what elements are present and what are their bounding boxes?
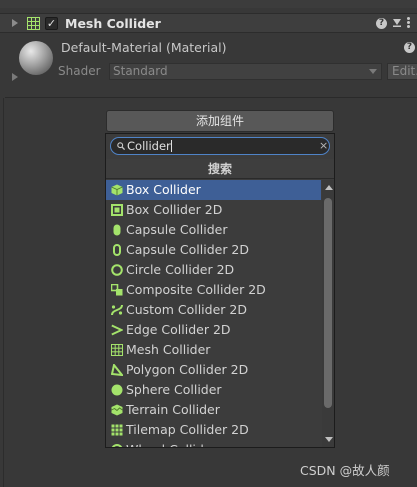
list-item-label: Custom Collider 2D: [126, 302, 247, 317]
list-item-label: Mesh Collider: [126, 342, 211, 357]
text-caret: [171, 140, 172, 152]
circle-collider-2d-icon: [111, 264, 123, 276]
custom-collider-2d-icon: [111, 304, 123, 316]
composite-collider-2d-icon: [111, 284, 123, 296]
terrain-collider-icon: [111, 404, 123, 416]
polygon-collider-2d-icon: [111, 364, 123, 376]
scroll-up-arrow-icon[interactable]: [325, 185, 333, 190]
list-item-capsule-collider[interactable]: Capsule Collider: [106, 220, 321, 240]
list-item-box-collider[interactable]: Box Collider: [106, 180, 321, 200]
context-menu-icon[interactable]: [407, 17, 411, 30]
list-item-label: Tilemap Collider 2D: [126, 422, 249, 437]
list-item-mesh-collider[interactable]: Mesh Collider: [106, 340, 321, 360]
material-name: Default-Material (Material): [61, 40, 227, 55]
shader-label: Shader: [58, 64, 101, 78]
list-item-edge-collider-2d[interactable]: Edge Collider 2D: [106, 320, 321, 340]
add-component-button[interactable]: 添加组件: [106, 110, 334, 132]
wheel-collider-icon: [111, 444, 123, 447]
list-item-composite-collider-2d[interactable]: Composite Collider 2D: [106, 280, 321, 300]
material-preview-sphere[interactable]: [19, 41, 53, 75]
sphere-collider-icon: [111, 384, 123, 396]
mesh-collider-icon: [111, 344, 123, 356]
list-item-label: Composite Collider 2D: [126, 282, 266, 297]
list-item-polygon-collider-2d[interactable]: Polygon Collider 2D: [106, 360, 321, 380]
list-item-label: Polygon Collider 2D: [126, 362, 249, 377]
add-component-popup: × 搜索 Box Collider Box Collider 2D Capsul…: [105, 133, 335, 448]
previous-component-header-strip: [0, 0, 417, 8]
list-item-label: Capsule Collider: [126, 222, 228, 237]
material-section: Default-Material (Material) ? Shader Sta…: [0, 34, 417, 90]
mesh-collider-header[interactable]: ✓ Mesh Collider ?: [0, 13, 417, 33]
list-scrollbar[interactable]: [322, 180, 334, 447]
list-item-label: Box Collider 2D: [126, 202, 223, 217]
list-item-label: Circle Collider 2D: [126, 262, 235, 277]
search-field[interactable]: ×: [110, 137, 330, 155]
section-divider: [5, 97, 417, 98]
list-item-tilemap-collider-2d[interactable]: Tilemap Collider 2D: [106, 420, 321, 440]
list-item-box-collider-2d[interactable]: Box Collider 2D: [106, 200, 321, 220]
list-item-custom-collider-2d[interactable]: Custom Collider 2D: [106, 300, 321, 320]
capsule-collider-icon: [113, 224, 121, 236]
mesh-grid-icon: [27, 17, 40, 30]
list-item-label: Edge Collider 2D: [126, 322, 231, 337]
list-item-label: Box Collider: [126, 182, 201, 197]
material-help-icon[interactable]: ?: [404, 42, 415, 53]
shader-dropdown-value: Standard: [113, 64, 168, 78]
clear-search-icon[interactable]: ×: [319, 140, 328, 151]
list-item-terrain-collider[interactable]: Terrain Collider: [106, 400, 321, 420]
component-title: Mesh Collider: [65, 16, 161, 31]
preset-icon[interactable]: [393, 19, 401, 27]
shader-dropdown[interactable]: Standard: [109, 63, 382, 80]
help-icon[interactable]: ?: [376, 18, 387, 29]
capsule-collider-2d-icon: [113, 244, 121, 256]
inspector-left-edge: [3, 98, 4, 487]
list-item-circle-collider-2d[interactable]: Circle Collider 2D: [106, 260, 321, 280]
search-section-header: 搜索: [106, 159, 334, 179]
foldout-arrow-icon[interactable]: [12, 19, 18, 27]
watermark: CSDN @故人颜: [300, 463, 390, 478]
scroll-thumb[interactable]: [324, 198, 332, 408]
scroll-down-arrow-icon[interactable]: [325, 437, 333, 442]
enabled-checkbox[interactable]: ✓: [45, 17, 58, 30]
tilemap-collider-2d-icon: [111, 424, 123, 436]
dropdown-arrow-icon: [369, 69, 377, 74]
material-foldout-icon[interactable]: [12, 73, 18, 81]
box-collider-icon: [111, 184, 123, 196]
list-item-wheel-collider[interactable]: Wheel Collider: [106, 440, 321, 447]
box-collider-2d-icon: [111, 204, 123, 216]
list-item-sphere-collider[interactable]: Sphere Collider: [106, 380, 321, 400]
search-icon: [117, 142, 125, 150]
list-item-label: Wheel Collider: [126, 440, 217, 447]
edge-collider-2d-icon: [111, 324, 123, 336]
component-list: Box Collider Box Collider 2D Capsule Col…: [106, 180, 321, 447]
edit-shader-button[interactable]: Edit...: [387, 63, 417, 80]
list-item-label: Capsule Collider 2D: [126, 242, 250, 257]
list-item-label: Terrain Collider: [126, 402, 220, 417]
list-item-capsule-collider-2d[interactable]: Capsule Collider 2D: [106, 240, 321, 260]
list-item-label: Sphere Collider: [126, 382, 222, 397]
search-input[interactable]: [127, 138, 307, 154]
